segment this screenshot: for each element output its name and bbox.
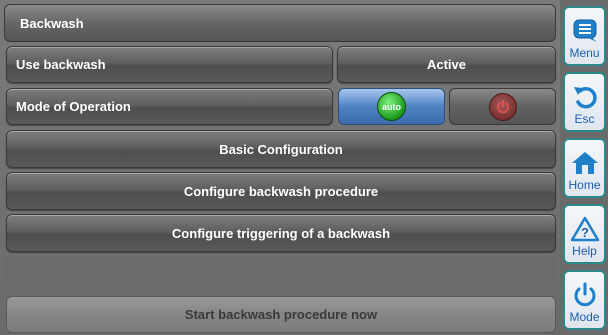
use-backwash-value-button[interactable]: Active [337, 46, 556, 83]
mode-of-operation-label-text: Mode of Operation [16, 99, 131, 114]
esc-button[interactable]: Esc [563, 72, 606, 132]
mode-of-operation-label: Mode of Operation [6, 88, 333, 125]
configure-triggering-button[interactable]: Configure triggering of a backwash [6, 214, 556, 252]
home-label: Home [568, 178, 601, 192]
basic-configuration-label: Basic Configuration [219, 141, 343, 157]
page-title: Backwash [4, 4, 556, 42]
use-backwash-label-text: Use backwash [16, 57, 106, 72]
auto-mode-button[interactable]: auto [338, 88, 445, 125]
help-button[interactable]: ? Help [563, 204, 606, 264]
page-title-text: Backwash [20, 15, 84, 31]
configure-triggering-label: Configure triggering of a backwash [171, 225, 391, 241]
mode-label: Mode [569, 310, 600, 324]
help-label: Help [572, 244, 597, 258]
empty-area [4, 256, 556, 292]
configure-procedure-button[interactable]: Configure backwash procedure [6, 172, 556, 210]
use-backwash-label: Use backwash [6, 46, 333, 83]
menu-icon [573, 19, 597, 42]
off-mode-button[interactable] [449, 88, 556, 125]
auto-icon: auto [377, 92, 406, 121]
esc-label: Esc [574, 112, 595, 126]
power-off-icon [488, 92, 517, 121]
menu-label: Menu [569, 46, 600, 60]
menu-button[interactable]: Menu [563, 6, 606, 66]
mode-button[interactable]: Mode [563, 270, 606, 330]
configure-procedure-label: Configure backwash procedure [183, 183, 379, 199]
svg-text:?: ? [581, 225, 589, 240]
power-icon [574, 282, 595, 307]
start-backwash-button[interactable]: Start backwash procedure now [6, 296, 556, 333]
home-button[interactable]: Home [563, 138, 606, 198]
auto-label: auto [382, 101, 401, 112]
help-icon: ? [570, 216, 599, 242]
basic-configuration-button[interactable]: Basic Configuration [6, 130, 556, 168]
esc-icon [573, 87, 597, 109]
home-icon [571, 152, 598, 174]
use-backwash-value: Active [426, 57, 467, 72]
start-backwash-label: Start backwash procedure now [184, 307, 378, 322]
